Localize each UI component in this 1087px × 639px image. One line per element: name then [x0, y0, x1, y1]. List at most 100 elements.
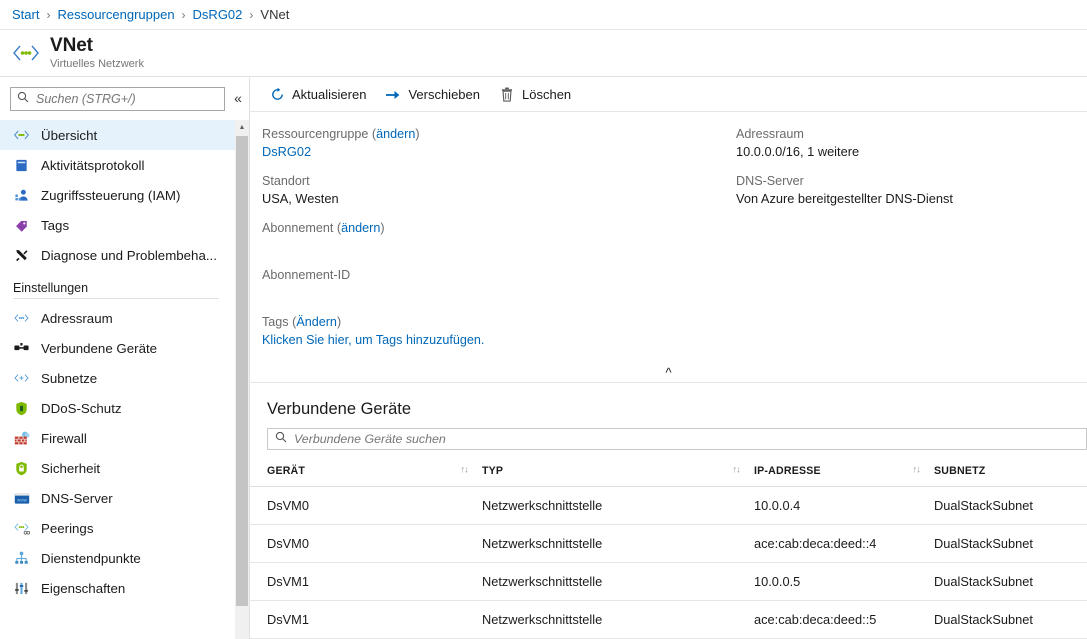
resource-group-value[interactable]: DsRG02 [262, 143, 724, 161]
column-header-label: SUBNETZ [934, 465, 986, 477]
arrow-right-icon [385, 87, 401, 103]
cell-device: DsVM1 [250, 600, 482, 639]
resource-group-change-link[interactable]: ändern [376, 127, 415, 141]
dns-servers-value: Von Azure bereitgestellter DNS-Dienst [736, 191, 953, 206]
properties-column-left: Ressourcengruppe (ändern) DsRG02 Standor… [250, 126, 724, 362]
cell-type: Netzwerkschnittstelle [482, 562, 754, 601]
collapse-properties-button[interactable]: ^ [250, 362, 1087, 382]
table-row[interactable]: DsVM0 Netzwerkschnittstelle ace:cab:deca… [250, 524, 1087, 563]
refresh-button[interactable]: Aktualisieren [263, 83, 376, 107]
sidebar-item-label: Aktivitätsprotokoll [41, 157, 145, 173]
tags-add-link[interactable]: Klicken Sie hier, um Tags hinzuzufügen. [262, 331, 724, 350]
subscription-change-link[interactable]: ändern [341, 221, 380, 235]
column-header-label: GERÄT [267, 465, 306, 477]
sidebar-item-label: DDoS-Schutz [41, 400, 122, 416]
sort-icon[interactable]: ↑↓ [461, 465, 469, 476]
sidebar-item-ddos-schutz[interactable]: DDoS-Schutz [0, 393, 235, 423]
connected-devices-icon [13, 340, 30, 357]
chevron-double-left-icon[interactable]: « [227, 88, 249, 108]
dns-server-icon: www [13, 490, 30, 507]
breadcrumb-item-resource-groups[interactable]: Ressourcengruppen [57, 7, 174, 22]
sidebar-item-firewall[interactable]: Firewall [0, 423, 235, 453]
property-subscription-id: Abonnement-ID [262, 267, 724, 302]
sidebar-item-dienstendpunkte[interactable]: Dienstendpunkte [0, 543, 235, 573]
search-input-wrapper[interactable] [10, 87, 226, 111]
subnet-icon [13, 370, 30, 387]
address-space-label: Adressraum [736, 127, 804, 141]
column-header-label: IP-ADRESSE [754, 465, 821, 477]
sidebar-item-label: Firewall [41, 430, 87, 446]
breadcrumb-separator-icon: › [181, 7, 186, 22]
sidebar-item-tags[interactable]: Tags [0, 210, 235, 240]
breadcrumb-item-start[interactable]: Start [12, 7, 39, 22]
table-body: DsVM0 Netzwerkschnittstelle 10.0.0.4 Dua… [250, 486, 1087, 639]
sidebar-scrollbar[interactable]: ▲ [235, 120, 249, 639]
sidebar-item-label: Sicherheit [41, 460, 101, 476]
sidebar-item-label: Adressraum [41, 310, 113, 326]
azure-portal-vnet-overview: Start › Ressourcengruppen › DsRG02 › VNe… [0, 0, 1087, 639]
cell-ip: 10.0.0.5 [754, 562, 934, 601]
sort-icon[interactable]: ↑↓ [733, 465, 741, 476]
sidebar-item-adressraum[interactable]: Adressraum [0, 303, 235, 333]
sidebar-item-subnetze[interactable]: Subnetze [0, 363, 235, 393]
devices-search-wrapper[interactable] [267, 428, 1087, 450]
search-input[interactable] [36, 92, 219, 106]
delete-button[interactable]: Löschen [493, 83, 581, 107]
activity-log-icon [13, 157, 30, 174]
sidebar-item-dns-server[interactable]: www DNS-Server [0, 483, 235, 513]
cell-type: Netzwerkschnittstelle [482, 600, 754, 639]
cell-device: DsVM1 [250, 562, 482, 601]
subscription-id-value [262, 284, 724, 302]
connected-devices-section: Verbundene Geräte Verbundene Geräte such… [250, 383, 1087, 639]
scrollbar-thumb[interactable] [236, 136, 248, 606]
subscription-label: Abonnement [262, 221, 334, 235]
sidebar-item-eigenschaften[interactable]: Eigenschaften [0, 573, 235, 603]
property-location: Standort USA, Westen [262, 173, 724, 208]
cell-ip: ace:cab:deca:deed::5 [754, 600, 934, 639]
column-header-type[interactable]: TYP ↑↓ [482, 454, 754, 487]
move-button[interactable]: Verschieben [379, 83, 490, 107]
sidebar-item-ubersicht[interactable]: Übersicht [0, 120, 235, 150]
sidebar-item-sicherheit[interactable]: Sicherheit [0, 453, 235, 483]
virtual-network-icon [10, 40, 42, 66]
scroll-up-arrow-icon[interactable]: ▲ [235, 120, 249, 135]
search-icon [275, 430, 287, 448]
sidebar-nav-list: Übersicht Aktivitätsprotokoll Zugriffsst… [0, 120, 249, 639]
breadcrumb: Start › Ressourcengruppen › DsRG02 › VNe… [0, 0, 1087, 30]
sidebar-item-label: Diagnose und Problembeha... [41, 247, 217, 263]
sort-icon[interactable]: ↑↓ [913, 465, 921, 476]
sidebar-item-label: Übersicht [41, 127, 98, 143]
sidebar-item-diagnose[interactable]: Diagnose und Problembeha... [0, 240, 235, 270]
column-header-subnet[interactable]: SUBNETZ [934, 454, 1087, 487]
table-row[interactable]: DsVM1 Netzwerkschnittstelle ace:cab:deca… [250, 600, 1087, 639]
page-body: « Übersicht [0, 78, 1087, 639]
column-header-device[interactable]: GERÄT ↑↓ [250, 454, 482, 487]
sidebar-item-label: DNS-Server [41, 490, 113, 506]
cell-device: DsVM0 [250, 486, 482, 525]
sidebar-item-aktivitatsprotokoll[interactable]: Aktivitätsprotokoll [0, 150, 235, 180]
cell-subnet: DualStackSubnet [934, 524, 1087, 563]
table-row[interactable]: DsVM0 Netzwerkschnittstelle 10.0.0.4 Dua… [250, 486, 1087, 525]
sidebar-item-zugriffssteuerung[interactable]: Zugriffssteuerung (IAM) [0, 180, 235, 210]
sidebar-group-divider [13, 298, 219, 299]
property-resource-group: Ressourcengruppe (ändern) DsRG02 [262, 126, 724, 161]
devices-search-input[interactable] [294, 432, 1079, 446]
sidebar-item-peerings[interactable]: Peerings [0, 513, 235, 543]
breadcrumb-item-dsrg02[interactable]: DsRG02 [193, 7, 243, 22]
trash-icon [499, 87, 515, 103]
properties-panel: Ressourcengruppe (ändern) DsRG02 Standor… [250, 112, 1087, 383]
sidebar: « Übersicht [0, 78, 250, 639]
refresh-icon [269, 87, 285, 103]
column-header-ip-address[interactable]: IP-ADRESSE ↑↓ [754, 454, 934, 487]
tag-icon [13, 217, 30, 234]
chevron-double-up-icon: ^ [665, 364, 672, 380]
tags-change-link[interactable]: Ändern [296, 315, 337, 329]
table-row[interactable]: DsVM1 Netzwerkschnittstelle 10.0.0.5 Dua… [250, 562, 1087, 601]
sidebar-item-verbundene-gerate[interactable]: Verbundene Geräte [0, 333, 235, 363]
sidebar-item-label: Eigenschaften [41, 580, 126, 596]
delete-button-label: Löschen [522, 87, 572, 102]
location-value: USA, Westen [262, 191, 339, 206]
properties-icon [13, 580, 30, 597]
connected-devices-table: GERÄT ↑↓ TYP ↑↓ IP-ADRESSE ↑↓ SUBNETZ Ds… [250, 454, 1087, 639]
subscription-value[interactable] [262, 237, 724, 255]
